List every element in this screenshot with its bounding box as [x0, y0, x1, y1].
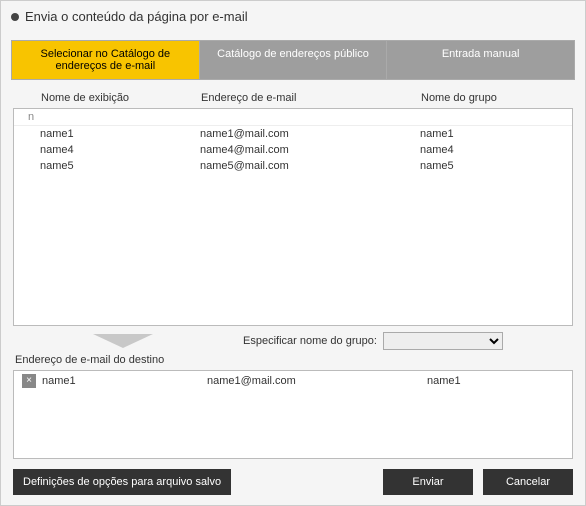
- dialog-window: Envia o conteúdo da página por e-mail Se…: [0, 0, 586, 506]
- transfer-row: Especificar nome do grupo:: [13, 332, 573, 350]
- header-group: Nome do grupo: [401, 92, 575, 104]
- filter-input[interactable]: n: [14, 109, 572, 126]
- dest-group: name1: [407, 375, 572, 387]
- destination-listbox[interactable]: × name1 name1@mail.com name1: [13, 370, 573, 459]
- group-spec-label: Especificar nome do grupo:: [243, 335, 377, 347]
- button-label: Enviar: [412, 476, 443, 488]
- cell-name: name1: [14, 128, 200, 140]
- header-display-name: Nome de exibição: [11, 92, 201, 104]
- cell-email: name1@mail.com: [200, 128, 400, 140]
- group-spec-select[interactable]: [383, 332, 503, 350]
- list-item[interactable]: name5 name5@mail.com name5: [14, 158, 572, 174]
- title-bullet-icon: [11, 13, 19, 21]
- dest-email: name1@mail.com: [207, 375, 407, 387]
- destination-label: Endereço de e-mail do destino: [15, 354, 571, 366]
- saved-file-options-button[interactable]: Definições de opções para arquivo salvo: [13, 469, 231, 495]
- send-button[interactable]: Enviar: [383, 469, 473, 495]
- tab-label: Catálogo de endereços público: [217, 48, 369, 60]
- list-item[interactable]: name1 name1@mail.com name1: [14, 126, 572, 142]
- cell-group: name5: [400, 160, 572, 172]
- remove-icon[interactable]: ×: [22, 374, 36, 388]
- tab-label: Entrada manual: [442, 48, 520, 60]
- list-item[interactable]: name4 name4@mail.com name4: [14, 142, 572, 158]
- titlebar: Envia o conteúdo da página por e-mail: [1, 1, 585, 32]
- arrow-down-icon: [93, 334, 153, 348]
- cell-email: name5@mail.com: [200, 160, 400, 172]
- footer: Definições de opções para arquivo salvo …: [1, 459, 585, 505]
- tab-select-catalog[interactable]: Selecionar no Catálogo de endereços de e…: [11, 40, 200, 80]
- tab-manual-entry[interactable]: Entrada manual: [387, 40, 575, 80]
- dest-name: name1: [42, 375, 207, 387]
- cell-name: name5: [14, 160, 200, 172]
- cell-group: name1: [400, 128, 572, 140]
- dialog-title: Envia o conteúdo da página por e-mail: [25, 9, 248, 24]
- tab-public-catalog[interactable]: Catálogo de endereços público: [200, 40, 388, 80]
- cell-name: name4: [14, 144, 200, 156]
- button-label: Cancelar: [506, 476, 550, 488]
- tab-label: Selecionar no Catálogo de endereços de e…: [41, 48, 171, 72]
- contacts-listbox[interactable]: n name1 name1@mail.com name1 name4 name4…: [13, 108, 573, 326]
- cell-group: name4: [400, 144, 572, 156]
- header-email: Endereço de e-mail: [201, 92, 401, 104]
- destination-item[interactable]: × name1 name1@mail.com name1: [14, 371, 572, 391]
- cell-email: name4@mail.com: [200, 144, 400, 156]
- tab-bar: Selecionar no Catálogo de endereços de e…: [1, 40, 585, 80]
- column-headers: Nome de exibição Endereço de e-mail Nome…: [1, 86, 585, 108]
- button-label: Definições de opções para arquivo salvo: [23, 476, 221, 488]
- cancel-button[interactable]: Cancelar: [483, 469, 573, 495]
